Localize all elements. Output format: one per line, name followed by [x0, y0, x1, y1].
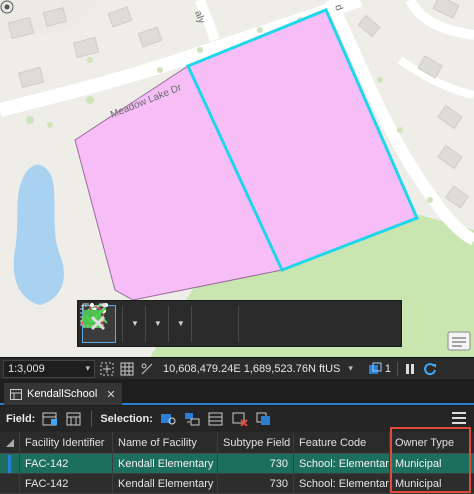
toolbar-separator: [122, 305, 123, 342]
grid-icon[interactable]: [119, 361, 135, 377]
cancel-sketch-button[interactable]: [80, 305, 313, 343]
finish-sketch-button[interactable]: [80, 305, 279, 343]
polygon-caret-icon[interactable]: ▼: [177, 319, 185, 328]
close-icon[interactable]: ✕: [106, 388, 115, 401]
table-tab-strip: KendallSchool ✕: [0, 379, 474, 405]
cell-facility-identifier[interactable]: FAC-142: [20, 454, 113, 474]
arc-tool-button[interactable]: ▼: [81, 303, 162, 344]
selected-features-icon[interactable]: [367, 361, 383, 377]
attribute-table: Facility Identifier Name of Facility Sub…: [0, 432, 474, 494]
finish-part-button[interactable]: [82, 303, 232, 343]
pause-icon[interactable]: [402, 361, 418, 377]
toolbar-separator: [91, 411, 93, 427]
cell-feature-code[interactable]: School: Elementary: [294, 474, 390, 494]
select-by-attributes-icon[interactable]: [159, 410, 177, 428]
add-field-icon[interactable]: [41, 410, 59, 428]
refresh-icon[interactable]: [422, 361, 438, 377]
cancel-sketch-icon: [80, 305, 106, 331]
table-header-row: Facility Identifier Name of Facility Sub…: [0, 432, 474, 454]
field-label: Field:: [6, 413, 36, 425]
cell-feature-code[interactable]: School: Elementary: [294, 454, 390, 474]
cell-subtype-field[interactable]: 730: [218, 474, 294, 494]
polyline-tool-button[interactable]: ▼: [80, 303, 139, 344]
coordinate-readout: 10,608,479.24E 1,689,523.76N ftUS: [163, 362, 341, 375]
row-selector[interactable]: [0, 454, 20, 474]
copy-selected-icon[interactable]: [255, 410, 273, 428]
selection-label: Selection:: [100, 413, 153, 425]
tab-label: KendallSchool: [27, 388, 98, 400]
column-header-facility-identifier[interactable]: Facility Identifier: [20, 432, 113, 454]
chevron-down-icon: ▾: [85, 363, 90, 373]
table-menu-icon[interactable]: [452, 412, 466, 424]
cell-owner-type[interactable]: Municipal: [390, 454, 474, 474]
gear-icon[interactable]: [0, 0, 14, 14]
scale-value: 1:3,009: [8, 362, 45, 375]
delete-selected-icon[interactable]: [231, 410, 249, 428]
cell-subtype-field[interactable]: 730: [218, 454, 294, 474]
column-header-name-of-facility[interactable]: Name of Facility: [113, 432, 218, 454]
toolbar-separator: [190, 305, 192, 342]
cell-owner-type[interactable]: Municipal: [390, 474, 474, 494]
table-icon: [10, 388, 22, 400]
status-separator: [397, 361, 399, 376]
cell-name-of-facility[interactable]: Kendall Elementary: [113, 474, 218, 494]
polyline-caret-icon[interactable]: ▼: [131, 319, 139, 328]
map-view[interactable]: Meadow Lake Dr aly d ▼ ▼ ▼: [0, 0, 474, 357]
table-row[interactable]: FAC-142 Kendall Elementary 730 School: E…: [0, 474, 474, 494]
constraints-icon[interactable]: [139, 361, 155, 377]
construction-toolbar: ▼ ▼ ▼: [77, 300, 402, 347]
column-header-owner-type[interactable]: Owner Type: [390, 432, 474, 454]
selected-count: 1: [384, 362, 392, 375]
map-tips-icon[interactable]: [447, 331, 471, 351]
column-header-subtype-field[interactable]: Subtype Field: [218, 432, 294, 454]
calculate-field-icon[interactable]: [65, 410, 83, 428]
table-toolbar: Field: Selection:: [0, 406, 474, 432]
map-status-bar: 1:3,009 ▾ 10,608,479.24E 1,689,523.76N f…: [0, 357, 474, 379]
tab-kendallschool[interactable]: KendallSchool ✕: [4, 383, 122, 405]
toolbar-separator: [167, 305, 169, 342]
clear-selection-icon[interactable]: [207, 410, 225, 428]
table-row[interactable]: FAC-142 Kendall Elementary 730 School: E…: [0, 454, 474, 474]
chevron-down-icon[interactable]: ▾: [348, 363, 353, 374]
switch-selection-icon[interactable]: [183, 410, 201, 428]
toolbar-separator: [144, 305, 146, 342]
toolbar-separator: [237, 305, 239, 342]
cell-name-of-facility[interactable]: Kendall Elementary: [113, 454, 218, 474]
scale-dropdown[interactable]: 1:3,009 ▾: [3, 359, 95, 378]
select-all-corner[interactable]: [0, 432, 20, 454]
snapping-icon[interactable]: [99, 361, 115, 377]
arc-caret-icon[interactable]: ▼: [154, 319, 162, 328]
row-selector[interactable]: [0, 474, 20, 494]
cell-facility-identifier[interactable]: FAC-142: [20, 474, 113, 494]
column-header-feature-code[interactable]: Feature Code: [294, 432, 390, 454]
polygon-vertex-tool-button[interactable]: ▼: [80, 303, 185, 344]
water-body: [13, 164, 64, 305]
